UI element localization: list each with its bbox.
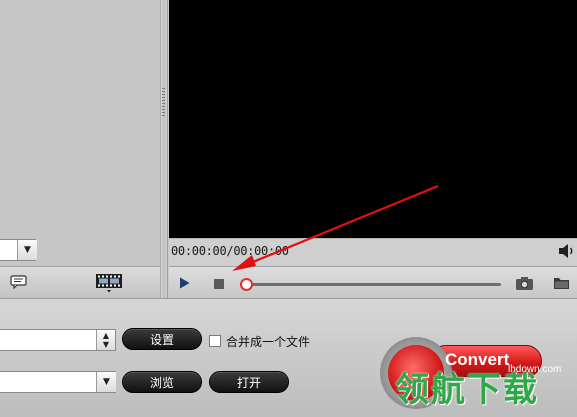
settings-button[interactable]: 设置 <box>122 328 202 350</box>
dropdown-arrow-icon[interactable]: ▼ <box>96 372 116 392</box>
comment-icon[interactable] <box>10 275 27 289</box>
film-strip-icon[interactable] <box>95 273 123 293</box>
watermark-text: 领航下载 <box>395 370 539 410</box>
dropdown-arrow-icon[interactable]: ▼ <box>17 240 37 260</box>
open-folder-button[interactable]: 打开 <box>209 371 289 393</box>
time-display: 00:00:00/00:00:00 <box>171 244 289 258</box>
pane-splitter[interactable] <box>160 0 168 298</box>
seek-thumb[interactable] <box>240 278 253 291</box>
stop-icon[interactable] <box>214 279 224 289</box>
camera-icon[interactable] <box>515 276 534 291</box>
file-list-pane <box>0 0 160 266</box>
volume-icon[interactable] <box>558 243 576 259</box>
splitter-grip-icon[interactable] <box>162 88 165 116</box>
merge-label: 合并成一个文件 <box>226 335 311 349</box>
merge-checkbox[interactable] <box>209 335 221 347</box>
video-preview <box>169 0 577 238</box>
spin-arrows-icon[interactable]: ▲ ▼ <box>96 330 115 350</box>
convert-label[interactable]: Convert <box>445 350 509 370</box>
seek-bar[interactable] <box>246 283 501 286</box>
folder-icon[interactable] <box>553 276 570 290</box>
play-icon[interactable] <box>179 277 190 289</box>
browse-button[interactable]: 浏览 <box>122 371 202 393</box>
